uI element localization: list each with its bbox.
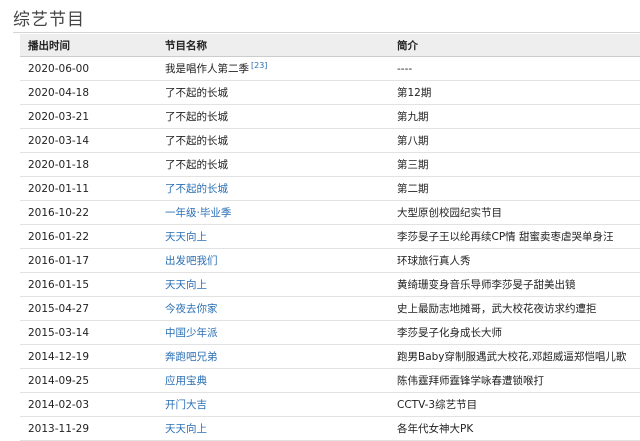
description-cell: 第九期 (389, 104, 640, 129)
program-name-cell[interactable]: 出发吧我们 (157, 248, 389, 273)
air-date-cell: 2014-02-03 (20, 392, 157, 417)
program-name-link[interactable]: 应用宝典 (165, 375, 207, 387)
air-date-cell: 2020-03-14 (20, 128, 157, 153)
table-row: 2016-01-22 天天向上 李莎旻子王以纶再续CP情 甜蜜卖枣虐哭单身汪 (20, 224, 640, 249)
program-name-cell[interactable]: 今夜去你家 (157, 296, 389, 321)
program-name-cell: 了不起的长城 (157, 152, 389, 177)
variety-show-table: 播出时间 节目名称 简介 2020-06-00 我是唱作人第二季 [23] ---- 2… (20, 34, 640, 441)
air-date-cell: 2020-01-11 (20, 176, 157, 201)
table-row: 2020-01-11 了不起的长城 第二期 (20, 176, 640, 201)
program-name-cell[interactable]: 了不起的长城 (157, 176, 389, 201)
air-date-cell: 2014-09-25 (20, 368, 157, 393)
program-name-link[interactable]: 一年级·毕业季 (165, 207, 231, 219)
description-cell: 第三期 (389, 152, 640, 177)
description-cell: CCTV-3综艺节目 (389, 392, 640, 417)
table-row: 2015-03-14 中国少年派 李莎旻子化身成长大师 (20, 320, 640, 345)
air-date-cell: 2016-01-17 (20, 248, 157, 273)
description-cell: 陈伟霆拜师霆锋学咏春遭锁喉打 (389, 368, 640, 393)
program-name-link[interactable]: 天天向上 (165, 423, 207, 435)
air-date-cell: 2015-03-14 (20, 320, 157, 345)
program-name-cell[interactable]: 一年级·毕业季 (157, 200, 389, 225)
table-row: 2014-09-25 应用宝典 陈伟霆拜师霆锋学咏春遭锁喉打 (20, 368, 640, 393)
program-name-link[interactable]: 天天向上 (165, 279, 207, 291)
program-name-link[interactable]: 天天向上 (165, 231, 207, 243)
program-name-text: 了不起的长城 (165, 159, 228, 171)
table-row: 2020-06-00 我是唱作人第二季 [23] ---- (20, 56, 640, 81)
air-date-cell: 2016-01-22 (20, 224, 157, 249)
description-cell: ---- (389, 56, 640, 81)
table-row: 2020-01-18 了不起的长城 第三期 (20, 152, 640, 177)
table-row: 2015-04-27 今夜去你家 史上最励志地摊哥，武大校花夜访求约遭拒 (20, 296, 640, 321)
program-name-cell: 了不起的长城 (157, 104, 389, 129)
table-header-row: 播出时间 节目名称 简介 (20, 34, 640, 57)
program-name-link[interactable]: 出发吧我们 (165, 255, 218, 267)
table-row: 2016-01-15 天天向上 黄绮珊变身音乐导师李莎旻子甜美出镜 (20, 272, 640, 297)
program-name-cell[interactable]: 天天向上 (157, 224, 389, 249)
air-date-cell: 2020-03-21 (20, 104, 157, 129)
description-cell: 第12期 (389, 80, 640, 105)
air-date-cell: 2020-01-18 (20, 152, 157, 177)
description-cell: 环球旅行真人秀 (389, 248, 640, 273)
title-divider (13, 32, 640, 33)
program-name-link[interactable]: 了不起的长城 (165, 183, 228, 195)
air-date-cell: 2020-06-00 (20, 56, 157, 81)
table-row: 2020-03-14 了不起的长城 第八期 (20, 128, 640, 153)
air-date-cell: 2020-04-18 (20, 80, 157, 105)
program-name-cell[interactable]: 开门大吉 (157, 392, 389, 417)
program-name-cell[interactable]: 天天向上 (157, 272, 389, 297)
air-date-cell: 2014-12-19 (20, 344, 157, 369)
description-cell: 黄绮珊变身音乐导师李莎旻子甜美出镜 (389, 272, 640, 297)
program-name-cell[interactable]: 奔跑吧兄弟 (157, 344, 389, 369)
program-name-cell: 了不起的长城 (157, 80, 389, 105)
air-date-cell: 2015-04-27 (20, 296, 157, 321)
program-name-cell: 我是唱作人第二季 [23] (157, 56, 389, 81)
program-name-cell[interactable]: 应用宝典 (157, 368, 389, 393)
program-name-text: 了不起的长城 (165, 87, 228, 99)
description-cell: 跑男Baby穿制服遇武大校花,邓超威逼郑恺唱儿歌 (389, 344, 640, 369)
program-name-cell[interactable]: 中国少年派 (157, 320, 389, 345)
description-cell: 李莎旻子化身成长大师 (389, 320, 640, 345)
description-cell: 李莎旻子王以纶再续CP情 甜蜜卖枣虐哭单身汪 (389, 224, 640, 249)
table-row: 2014-02-03 开门大吉 CCTV-3综艺节目 (20, 392, 640, 417)
air-date-cell: 2016-10-22 (20, 200, 157, 225)
table-row: 2020-04-18 了不起的长城 第12期 (20, 80, 640, 105)
description-cell: 大型原创校园纪实节目 (389, 200, 640, 225)
program-name-link[interactable]: 中国少年派 (165, 327, 218, 339)
program-name-cell: 了不起的长城 (157, 128, 389, 153)
table-row: 2020-03-21 了不起的长城 第九期 (20, 104, 640, 129)
table-row: 2016-10-22 一年级·毕业季 大型原创校园纪实节目 (20, 200, 640, 225)
table-row: 2016-01-17 出发吧我们 环球旅行真人秀 (20, 248, 640, 273)
program-name-text: 了不起的长城 (165, 135, 228, 147)
program-name-link[interactable]: 开门大吉 (165, 399, 207, 411)
description-cell: 第二期 (389, 176, 640, 201)
program-name-link[interactable]: 奔跑吧兄弟 (165, 351, 218, 363)
air-date-cell: 2016-01-15 (20, 272, 157, 297)
program-name-link[interactable]: 今夜去你家 (165, 303, 218, 315)
citation-link[interactable]: [23] (251, 61, 267, 70)
program-name-text: 了不起的长城 (165, 111, 228, 123)
program-name-text: 我是唱作人第二季 (165, 63, 249, 75)
description-cell: 史上最励志地摊哥，武大校花夜访求约遭拒 (389, 296, 640, 321)
header-air-date: 播出时间 (20, 34, 157, 57)
section-title: 综艺节目 (13, 10, 85, 30)
description-cell: 第八期 (389, 128, 640, 153)
header-description: 简介 (389, 34, 640, 57)
header-program-name: 节目名称 (157, 34, 389, 57)
table-row: 2014-12-19 奔跑吧兄弟 跑男Baby穿制服遇武大校花,邓超威逼郑恺唱儿歌 (20, 344, 640, 369)
